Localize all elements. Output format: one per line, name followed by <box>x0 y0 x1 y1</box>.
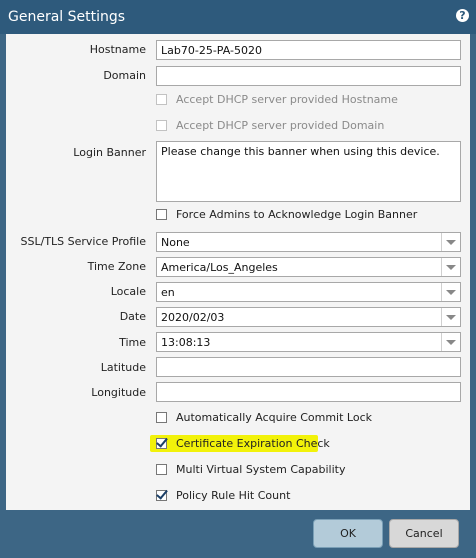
locale-value: en <box>161 286 175 299</box>
chevron-down-icon <box>446 265 456 270</box>
dropdown-button[interactable] <box>441 308 460 326</box>
chevron-down-icon <box>446 290 456 295</box>
chevron-down-icon <box>446 240 456 245</box>
domain-input[interactable] <box>156 66 461 86</box>
cert-expiration-check-label: Certificate Expiration Check <box>176 437 330 450</box>
domain-label: Domain <box>103 69 146 82</box>
dialog-footer: OK Cancel <box>0 510 476 558</box>
ok-button[interactable]: OK <box>313 519 383 548</box>
locale-label: Locale <box>110 285 146 298</box>
ssl-tls-profile-label: SSL/TLS Service Profile <box>20 235 146 248</box>
dropdown-button[interactable] <box>441 283 460 301</box>
auto-commit-lock-checkbox[interactable] <box>156 412 167 423</box>
dropdown-button[interactable] <box>441 258 460 276</box>
chevron-down-icon <box>446 315 456 320</box>
auto-commit-lock-label: Automatically Acquire Commit Lock <box>176 411 372 424</box>
accept-dhcp-domain-checkbox[interactable] <box>156 120 167 131</box>
multi-vsys-label: Multi Virtual System Capability <box>176 463 346 476</box>
login-banner-textarea[interactable]: Please change this banner when using thi… <box>156 141 461 202</box>
time-label: Time <box>119 336 146 349</box>
time-zone-label: Time Zone <box>87 260 146 273</box>
date-value: 2020/02/03 <box>161 311 225 324</box>
latitude-input[interactable] <box>156 357 461 377</box>
dropdown-button[interactable] <box>441 333 460 351</box>
checkmark-icon <box>156 487 168 500</box>
accept-dhcp-hostname-checkbox[interactable] <box>156 94 167 105</box>
time-zone-select[interactable]: America/Los_Angeles <box>156 257 461 277</box>
ssl-tls-profile-value: None <box>161 236 190 249</box>
force-admins-label: Force Admins to Acknowledge Login Banner <box>176 208 418 221</box>
policy-rule-hit-count-label: Policy Rule Hit Count <box>176 489 291 502</box>
hostname-label: Hostname <box>89 43 146 56</box>
dialog-title-bar[interactable]: General Settings ? <box>0 0 476 34</box>
date-select[interactable]: 2020/02/03 <box>156 307 461 327</box>
settings-form: Hostname Lab70-25-PA-5020 Domain Accept … <box>6 34 470 510</box>
multi-vsys-checkbox[interactable] <box>156 464 167 475</box>
hostname-input[interactable]: Lab70-25-PA-5020 <box>156 40 461 60</box>
ssl-tls-profile-select[interactable]: None <box>156 232 461 252</box>
time-zone-value: America/Los_Angeles <box>161 261 278 274</box>
date-label: Date <box>119 310 146 323</box>
general-settings-dialog: General Settings ? Hostname Lab70-25-PA-… <box>0 0 476 558</box>
locale-select[interactable]: en <box>156 282 461 302</box>
cancel-button[interactable]: Cancel <box>389 519 459 548</box>
longitude-label: Longitude <box>91 386 146 399</box>
time-value: 13:08:13 <box>161 336 211 349</box>
accept-dhcp-hostname-label: Accept DHCP server provided Hostname <box>176 93 398 106</box>
checkmark-icon <box>156 435 168 448</box>
time-select[interactable]: 13:08:13 <box>156 332 461 352</box>
dropdown-button[interactable] <box>441 233 460 251</box>
chevron-down-icon <box>446 340 456 345</box>
policy-rule-hit-count-checkbox[interactable] <box>156 487 168 501</box>
force-admins-checkbox[interactable] <box>156 209 167 220</box>
latitude-label: Latitude <box>100 361 146 374</box>
cert-expiration-check-checkbox[interactable] <box>156 435 168 449</box>
longitude-input[interactable] <box>156 382 461 402</box>
dialog-title: General Settings <box>8 9 126 25</box>
accept-dhcp-domain-label: Accept DHCP server provided Domain <box>176 119 385 132</box>
login-banner-label: Login Banner <box>73 146 146 159</box>
help-icon[interactable]: ? <box>456 9 469 22</box>
